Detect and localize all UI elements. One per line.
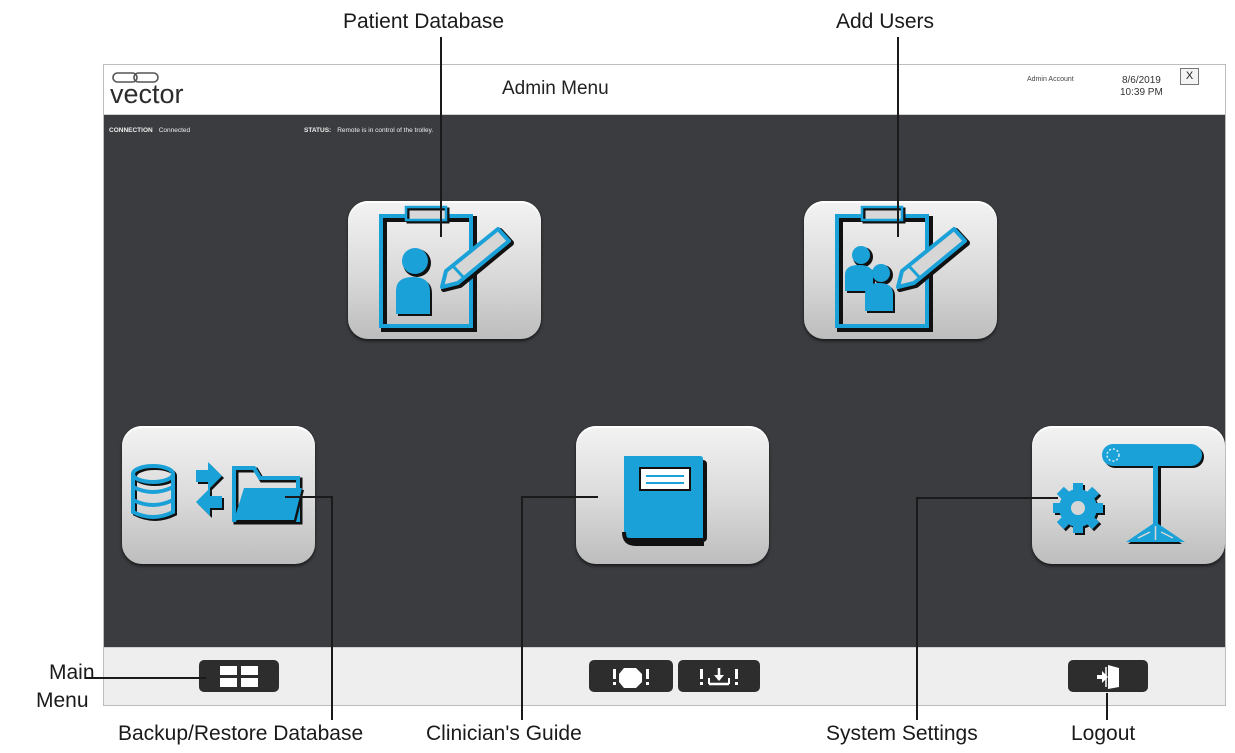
callout-add-users: Add Users bbox=[836, 10, 935, 33]
connection-label: CONNECTION bbox=[109, 127, 153, 134]
callout-main-menu-line2: Menu bbox=[36, 689, 89, 712]
callout-backup-restore: Backup/Restore Database bbox=[118, 722, 364, 745]
clipboard-two-people-pencil-icon bbox=[835, 205, 970, 332]
callout-clinicians-guide: Clinician's Guide bbox=[426, 722, 582, 745]
logo-text: vector bbox=[110, 79, 184, 109]
leader-clinicians-guide-v bbox=[521, 496, 523, 720]
connection-status: CONNECTION Connected bbox=[109, 127, 190, 134]
status-value: Remote is in control of the trolley. bbox=[337, 127, 434, 134]
account-label: Admin Account bbox=[1027, 76, 1074, 83]
leader-backup-restore-v bbox=[331, 496, 333, 720]
vector-logo: vector bbox=[110, 69, 230, 109]
screen-title: Admin Menu bbox=[502, 78, 609, 99]
callout-system-settings: System Settings bbox=[826, 722, 978, 745]
leader-logout bbox=[1106, 693, 1108, 720]
main-menu-button[interactable] bbox=[199, 660, 279, 692]
leader-add-users bbox=[897, 37, 899, 237]
date-time: 8/6/2019 10:39 PM bbox=[1120, 75, 1163, 99]
grid-icon bbox=[220, 666, 258, 687]
backup-restore-button[interactable] bbox=[122, 426, 315, 564]
stop-icon bbox=[613, 668, 649, 688]
time-text: 10:39 PM bbox=[1120, 87, 1163, 98]
gear-trolley-icon bbox=[1053, 444, 1204, 544]
callout-logout: Logout bbox=[1071, 722, 1136, 745]
logout-button[interactable] bbox=[1068, 660, 1148, 692]
system-settings-button[interactable] bbox=[1032, 426, 1225, 564]
logout-door-icon bbox=[1097, 665, 1119, 689]
device-screen: vector Admin Menu Admin Account 8/6/2019… bbox=[103, 64, 1226, 706]
leader-main-menu bbox=[86, 677, 206, 679]
callout-patient-database: Patient Database bbox=[343, 10, 505, 33]
callout-main-menu-line1: Main bbox=[49, 661, 95, 684]
database-transfer-folder-icon bbox=[131, 462, 304, 525]
leader-backup-restore-h bbox=[285, 496, 332, 498]
leader-system-settings-v bbox=[916, 497, 918, 720]
status-label: STATUS: bbox=[304, 127, 332, 134]
lower-icon bbox=[700, 668, 738, 686]
stop-button[interactable] bbox=[589, 660, 673, 692]
clinicians-guide-button[interactable] bbox=[576, 426, 769, 564]
clipboard-person-pencil-icon bbox=[379, 205, 514, 332]
trolley-status: STATUS: Remote is in control of the troll… bbox=[304, 127, 433, 134]
connection-value: Connected bbox=[158, 127, 191, 134]
leader-clinicians-guide-h bbox=[521, 496, 598, 498]
patient-database-button[interactable] bbox=[348, 201, 541, 339]
close-button[interactable]: X bbox=[1180, 68, 1199, 85]
lower-button[interactable] bbox=[678, 660, 760, 692]
date-text: 8/6/2019 bbox=[1121, 75, 1161, 86]
leader-patient-database bbox=[440, 37, 442, 237]
leader-system-settings-h bbox=[916, 497, 1058, 499]
bottom-bar bbox=[104, 647, 1225, 705]
top-bar: vector Admin Menu Admin Account 8/6/2019… bbox=[104, 65, 1225, 115]
add-users-button[interactable] bbox=[804, 201, 997, 339]
book-icon bbox=[622, 456, 707, 546]
